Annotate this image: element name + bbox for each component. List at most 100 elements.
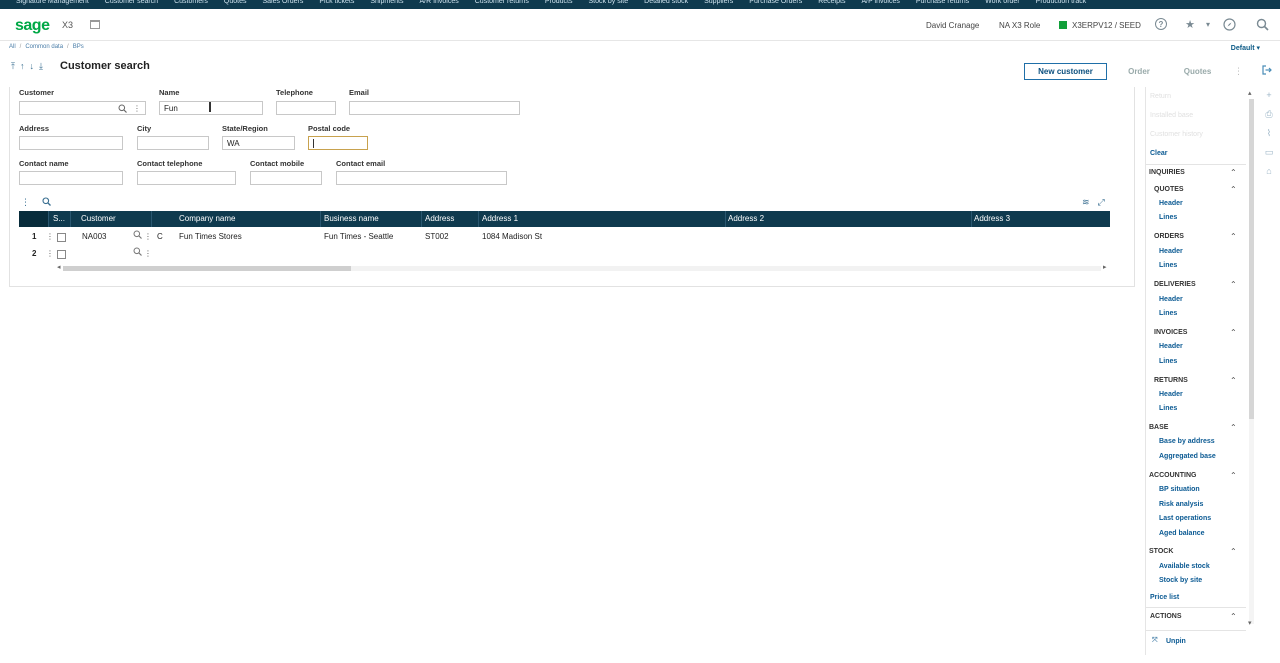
- star-icon[interactable]: ★: [1183, 17, 1197, 31]
- chevron-up-icon[interactable]: ⌃: [1230, 328, 1237, 337]
- attachment-icon[interactable]: ⌇: [1262, 128, 1276, 147]
- orders-lines-link[interactable]: Lines: [1159, 262, 1177, 269]
- scroll-right-icon[interactable]: ▸: [1103, 263, 1107, 271]
- grid-menu-icon[interactable]: ⋮: [21, 197, 30, 208]
- installed-base-link[interactable]: Installed base: [1150, 112, 1193, 119]
- add-icon[interactable]: +: [1262, 90, 1276, 109]
- chevron-up-icon[interactable]: ⌃: [1230, 232, 1237, 241]
- top-menu-item[interactable]: Suppliers: [696, 0, 741, 6]
- chevron-up-icon[interactable]: ⌃: [1230, 612, 1237, 621]
- last-record-icon[interactable]: ⤓: [39, 61, 43, 72]
- top-menu-item[interactable]: Signature Management: [0, 0, 97, 6]
- row-checkbox[interactable]: [57, 233, 66, 242]
- top-menu-item[interactable]: Customer returns: [467, 0, 537, 6]
- table-row[interactable]: 1 ⋮ NA003 ⋮ C Fun Times Stores Fun Times…: [19, 229, 1110, 245]
- available-stock-link[interactable]: Available stock: [1159, 563, 1210, 570]
- clear-link[interactable]: Clear: [1150, 150, 1168, 157]
- base-by-address-link[interactable]: Base by address: [1159, 438, 1215, 445]
- layers-icon[interactable]: ≋: [1082, 197, 1090, 208]
- expand-icon[interactable]: ⤢: [1098, 197, 1105, 208]
- name-field[interactable]: Fun: [159, 101, 263, 115]
- quotes-section[interactable]: QUOTES: [1154, 186, 1184, 193]
- scroll-left-icon[interactable]: ◂: [57, 263, 61, 271]
- scroll-down-icon[interactable]: ▾: [1248, 619, 1252, 627]
- customer-field[interactable]: ⋮: [19, 101, 146, 115]
- top-menu-item[interactable]: A/P invoices: [853, 0, 907, 6]
- inquiries-section[interactable]: INQUIRIES: [1149, 169, 1185, 176]
- cell-menu-icon[interactable]: ⋮: [140, 246, 152, 262]
- aggregated-base-link[interactable]: Aggregated base: [1159, 453, 1216, 460]
- return-link[interactable]: Return: [1150, 93, 1171, 100]
- print-icon[interactable]: ⎙: [1262, 109, 1276, 128]
- customer-history-link[interactable]: Customer history: [1150, 131, 1203, 138]
- state-region-field[interactable]: WA: [222, 136, 295, 150]
- lock-icon[interactable]: ⌂: [1262, 166, 1276, 185]
- table-row[interactable]: 2 ⋮ ⋮: [19, 246, 1110, 262]
- top-menu-item[interactable]: Work order: [977, 0, 1028, 6]
- new-customer-button[interactable]: New customer: [1024, 63, 1107, 80]
- more-actions-icon[interactable]: ⋮: [1234, 66, 1243, 77]
- chevron-up-icon[interactable]: ⌃: [1230, 168, 1237, 177]
- returns-lines-link[interactable]: Lines: [1159, 405, 1177, 412]
- risk-analysis-link[interactable]: Risk analysis: [1159, 501, 1203, 508]
- top-menu-item[interactable]: Detailed stock: [636, 0, 696, 6]
- actions-section[interactable]: ACTIONS: [1150, 613, 1182, 620]
- grid-header-customer[interactable]: Customer: [77, 211, 152, 227]
- invoices-section[interactable]: INVOICES: [1154, 329, 1187, 336]
- returns-header-link[interactable]: Header: [1159, 391, 1183, 398]
- grid-header-s[interactable]: S...: [49, 211, 71, 227]
- search-icon[interactable]: [1255, 17, 1269, 31]
- user-role[interactable]: NA X3 Role: [999, 21, 1040, 30]
- row-menu-icon[interactable]: ⋮: [42, 229, 54, 245]
- postal-code-field[interactable]: [308, 136, 368, 150]
- chevron-up-icon[interactable]: ⌃: [1230, 280, 1237, 289]
- top-menu-item[interactable]: Purchase returns: [908, 0, 977, 6]
- grid-header-address3[interactable]: Address 3: [970, 211, 1110, 227]
- top-menu-item[interactable]: Receipts: [810, 0, 853, 6]
- chevron-up-icon[interactable]: ⌃: [1230, 547, 1237, 556]
- scrollbar-thumb[interactable]: [1249, 99, 1254, 419]
- email-field[interactable]: [349, 101, 520, 115]
- top-menu-item[interactable]: A/R Invoices: [411, 0, 466, 6]
- contact-mobile-field[interactable]: [250, 171, 322, 185]
- contact-telephone-field[interactable]: [137, 171, 236, 185]
- contact-name-field[interactable]: [19, 171, 123, 185]
- orders-header-link[interactable]: Header: [1159, 248, 1183, 255]
- telephone-field[interactable]: [276, 101, 336, 115]
- folder-name[interactable]: X3ERPV12 / SEED: [1072, 21, 1141, 30]
- grid-search-icon[interactable]: [42, 197, 51, 208]
- quotes-button[interactable]: Quotes: [1170, 63, 1225, 80]
- default-dropdown[interactable]: Default ▾: [1231, 44, 1260, 52]
- top-menu-item[interactable]: Production track: [1028, 0, 1095, 6]
- returns-section[interactable]: RETURNS: [1154, 377, 1188, 384]
- bp-situation-link[interactable]: BP situation: [1159, 486, 1200, 493]
- next-record-icon[interactable]: ↓: [29, 61, 34, 72]
- base-section[interactable]: BASE: [1149, 424, 1168, 431]
- top-menu-item[interactable]: Shipments: [362, 0, 411, 6]
- last-operations-link[interactable]: Last operations: [1159, 515, 1211, 522]
- unpin-link[interactable]: Unpin: [1166, 638, 1186, 645]
- sage-logo[interactable]: sage: [15, 17, 50, 35]
- cell-customer[interactable]: [78, 246, 82, 262]
- city-field[interactable]: [137, 136, 209, 150]
- top-menu-item[interactable]: Stock by site: [580, 0, 636, 6]
- compass-icon[interactable]: [1222, 17, 1236, 31]
- grid-horizontal-scrollbar[interactable]: ◂ ▸: [57, 264, 1109, 272]
- top-menu-item[interactable]: Sales Orders: [255, 0, 312, 6]
- cell-menu-icon[interactable]: ⋮: [140, 229, 152, 245]
- order-button[interactable]: Order: [1115, 63, 1163, 80]
- more-options-icon[interactable]: ⋮: [133, 104, 141, 115]
- user-name[interactable]: David Cranage: [926, 21, 979, 30]
- top-menu-item[interactable]: Customers: [166, 0, 216, 6]
- right-panel-scrollbar[interactable]: ▴ ▾: [1247, 89, 1256, 629]
- first-record-icon[interactable]: ⤒: [11, 61, 15, 72]
- breadcrumb-bps[interactable]: BPs: [73, 44, 84, 50]
- grid-header-address1[interactable]: Address 1: [478, 211, 726, 227]
- chevron-up-icon[interactable]: ⌃: [1230, 471, 1237, 480]
- unpin-icon[interactable]: ⤧: [1152, 637, 1158, 645]
- stock-section[interactable]: STOCK: [1149, 548, 1173, 555]
- quotes-header-link[interactable]: Header: [1159, 200, 1183, 207]
- deliveries-lines-link[interactable]: Lines: [1159, 310, 1177, 317]
- scroll-up-icon[interactable]: ▴: [1248, 89, 1252, 97]
- chevron-up-icon[interactable]: ⌃: [1230, 376, 1237, 385]
